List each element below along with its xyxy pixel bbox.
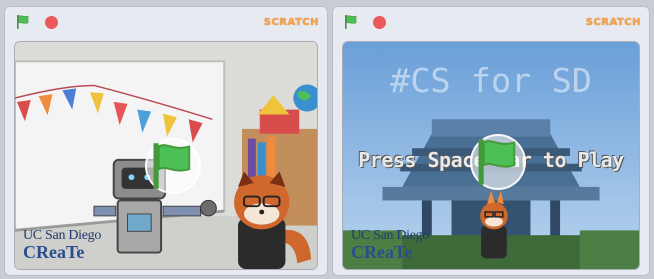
scratch-logo: SCRATCH: [585, 16, 641, 28]
project-player-right: SCRATCH #CS for SD Press Space to Play U…: [332, 6, 650, 276]
stop-icon: [372, 15, 386, 29]
green-flag-button[interactable]: [341, 12, 361, 32]
project-player-left: SCRATCH UC San Diego CReaTe: [4, 6, 328, 276]
green-flag-icon: [478, 139, 516, 185]
player-controls: SCRATCH: [5, 7, 327, 37]
green-flag-icon: [153, 143, 191, 189]
green-flag-button[interactable]: [13, 12, 33, 32]
stage[interactable]: UC San Diego CReaTe: [14, 41, 318, 270]
start-flag-overlay[interactable]: [470, 134, 526, 190]
green-flag-icon: [17, 15, 29, 29]
stop-icon: [44, 15, 58, 29]
uc-san-diego-create-logo: UC San Diego CReaTe: [351, 228, 430, 262]
green-flag-icon: [345, 15, 357, 29]
scratch-logo: SCRATCH: [263, 16, 319, 28]
start-flag-overlay[interactable]: [145, 138, 201, 194]
stop-button[interactable]: [41, 12, 61, 32]
uc-san-diego-create-logo: UC San Diego CReaTe: [23, 228, 102, 262]
sky-writing: #CS for SD: [390, 62, 592, 101]
stop-button[interactable]: [369, 12, 389, 32]
player-controls: SCRATCH: [333, 7, 649, 37]
stage[interactable]: #CS for SD Press Space to Play UC San Di…: [342, 41, 640, 270]
